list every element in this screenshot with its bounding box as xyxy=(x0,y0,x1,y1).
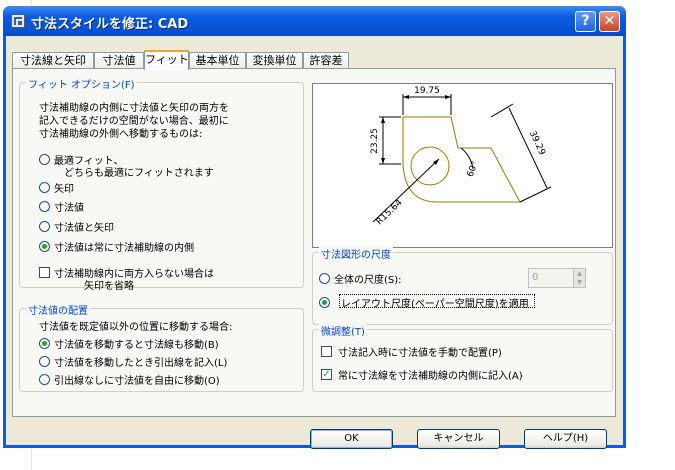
overall-scale-input[interactable]: 0 ▲ ▼ xyxy=(528,268,586,288)
tab-primary-units[interactable]: 基本単位 xyxy=(189,52,246,69)
overall-scale-label: 全体の尺度(S): xyxy=(334,275,402,286)
manual-placement-label: 寸法記入時に寸法値を手動で配置(P) xyxy=(338,348,502,359)
scale-group: 寸法図形の尺度 xyxy=(312,246,613,325)
fine-tuning-legend: 微調整(T) xyxy=(319,323,367,338)
tab-alternate-units[interactable]: 変換単位 xyxy=(246,52,303,69)
help-button[interactable]: ヘルプ(H) xyxy=(524,429,607,449)
add-leader-label: 寸法値を移動したとき引出線を記入(L) xyxy=(54,358,228,369)
arrow-top-right xyxy=(445,95,451,99)
draw-dim-line-label: 常に寸法線を寸法補助線の内側に記入(A) xyxy=(338,371,523,382)
radio-layout-scale[interactable] xyxy=(319,297,330,308)
no-leader-label: 引出線なしに寸法値を自由に移動(O) xyxy=(54,376,220,387)
tab-lines-arrows[interactable]: 寸法線と矢印 xyxy=(12,52,94,69)
fit-options-legend: フィット オプション(F) xyxy=(26,76,137,91)
radio-text[interactable] xyxy=(39,201,50,212)
text-label: 寸法値 xyxy=(54,203,84,214)
dim-top-label: 19.75 xyxy=(414,86,440,96)
spin-arrows-icon[interactable]: ▲ ▼ xyxy=(573,269,585,287)
preview-drawing: 19.75 23.25 39.29 60° R15.64 xyxy=(370,86,552,228)
tab-fit[interactable]: フィット xyxy=(144,50,189,70)
cancel-button[interactable]: キャンセル xyxy=(417,429,500,449)
fit-description-line-3: 寸法補助線の外側へ移動するものは: xyxy=(39,129,203,140)
tab-text[interactable]: 寸法値 xyxy=(94,52,144,69)
text-placement-description: 寸法値を既定値以外の位置に移動する場合: xyxy=(39,322,233,333)
suppress-arrows-label: 寸法補助線内に両方入らない場合は xyxy=(54,269,214,280)
radio-arrows[interactable] xyxy=(39,182,50,193)
radius-label: R15.64 xyxy=(375,198,405,228)
radio-text-and-arrows[interactable] xyxy=(39,221,50,232)
radio-add-leader[interactable] xyxy=(39,356,50,367)
preview-shape xyxy=(402,116,521,203)
ext-line-slot-bottom xyxy=(519,186,552,203)
dim-left-label: 23.25 xyxy=(370,128,380,154)
overall-scale-value: 0 xyxy=(532,272,539,283)
close-icon[interactable]: ✕ xyxy=(599,11,620,32)
text-placement-legend: 寸法値の配置 xyxy=(26,302,90,317)
ok-button[interactable]: OK xyxy=(310,429,393,449)
dimension-preview: 19.75 23.25 39.29 60° R15.64 xyxy=(312,83,613,248)
title-bar[interactable]: 寸法スタイルを修正: CAD ? ✕ xyxy=(3,6,626,36)
fine-tuning-group: 微調整(T) xyxy=(312,323,613,392)
preview-circle xyxy=(410,146,450,186)
arrows-label: 矢印 xyxy=(54,184,74,195)
radio-move-dim-line[interactable] xyxy=(39,338,50,349)
draw-dim-line-checkbox[interactable]: ✓ xyxy=(321,369,332,380)
layout-scale-label: レイアウト尺度(ペーパー空間尺度)を適用 xyxy=(341,299,529,310)
help-icon[interactable]: ? xyxy=(575,11,596,32)
arrow-left-bottom xyxy=(381,158,385,164)
radio-no-leader[interactable] xyxy=(39,374,50,385)
scale-legend: 寸法図形の尺度 xyxy=(319,246,393,261)
preview-slot xyxy=(485,117,491,148)
suppress-arrows-checkbox[interactable] xyxy=(39,267,50,278)
best-fit-sublabel: どちらも最適にフィットされます xyxy=(64,168,214,179)
dialog-body: 寸法線と矢印 寸法値 フィット 基本単位 変換単位 許容差 フィット オプション… xyxy=(6,36,623,449)
move-dim-line-label: 寸法値を移動すると寸法線も移動(B) xyxy=(54,340,219,351)
text-and-arrows-label: 寸法値と矢印 xyxy=(54,223,114,234)
manual-placement-checkbox[interactable] xyxy=(321,346,332,357)
always-keep-text-label: 寸法値は常に寸法補助線の内側 xyxy=(54,243,194,254)
window-title: 寸法スタイルを修正: CAD xyxy=(31,17,189,32)
suppress-arrows-sublabel: 矢印を省略 xyxy=(84,281,134,292)
arrow-top-left xyxy=(403,95,409,99)
dimension-style-icon xyxy=(11,14,25,28)
radio-best-fit[interactable] xyxy=(39,154,50,165)
arrow-left-top xyxy=(381,117,385,123)
preview-part-outline xyxy=(403,116,451,144)
tab-tolerances[interactable]: 許容差 xyxy=(303,52,349,69)
radio-overall-scale[interactable] xyxy=(319,273,330,284)
angle-label: 60° xyxy=(466,160,481,178)
radio-always-keep-text[interactable] xyxy=(39,241,50,252)
dimension-style-dialog: 寸法スタイルを修正: CAD ? ✕ 寸法線と矢印 寸法値 フィット 基本単位 … xyxy=(3,6,626,449)
